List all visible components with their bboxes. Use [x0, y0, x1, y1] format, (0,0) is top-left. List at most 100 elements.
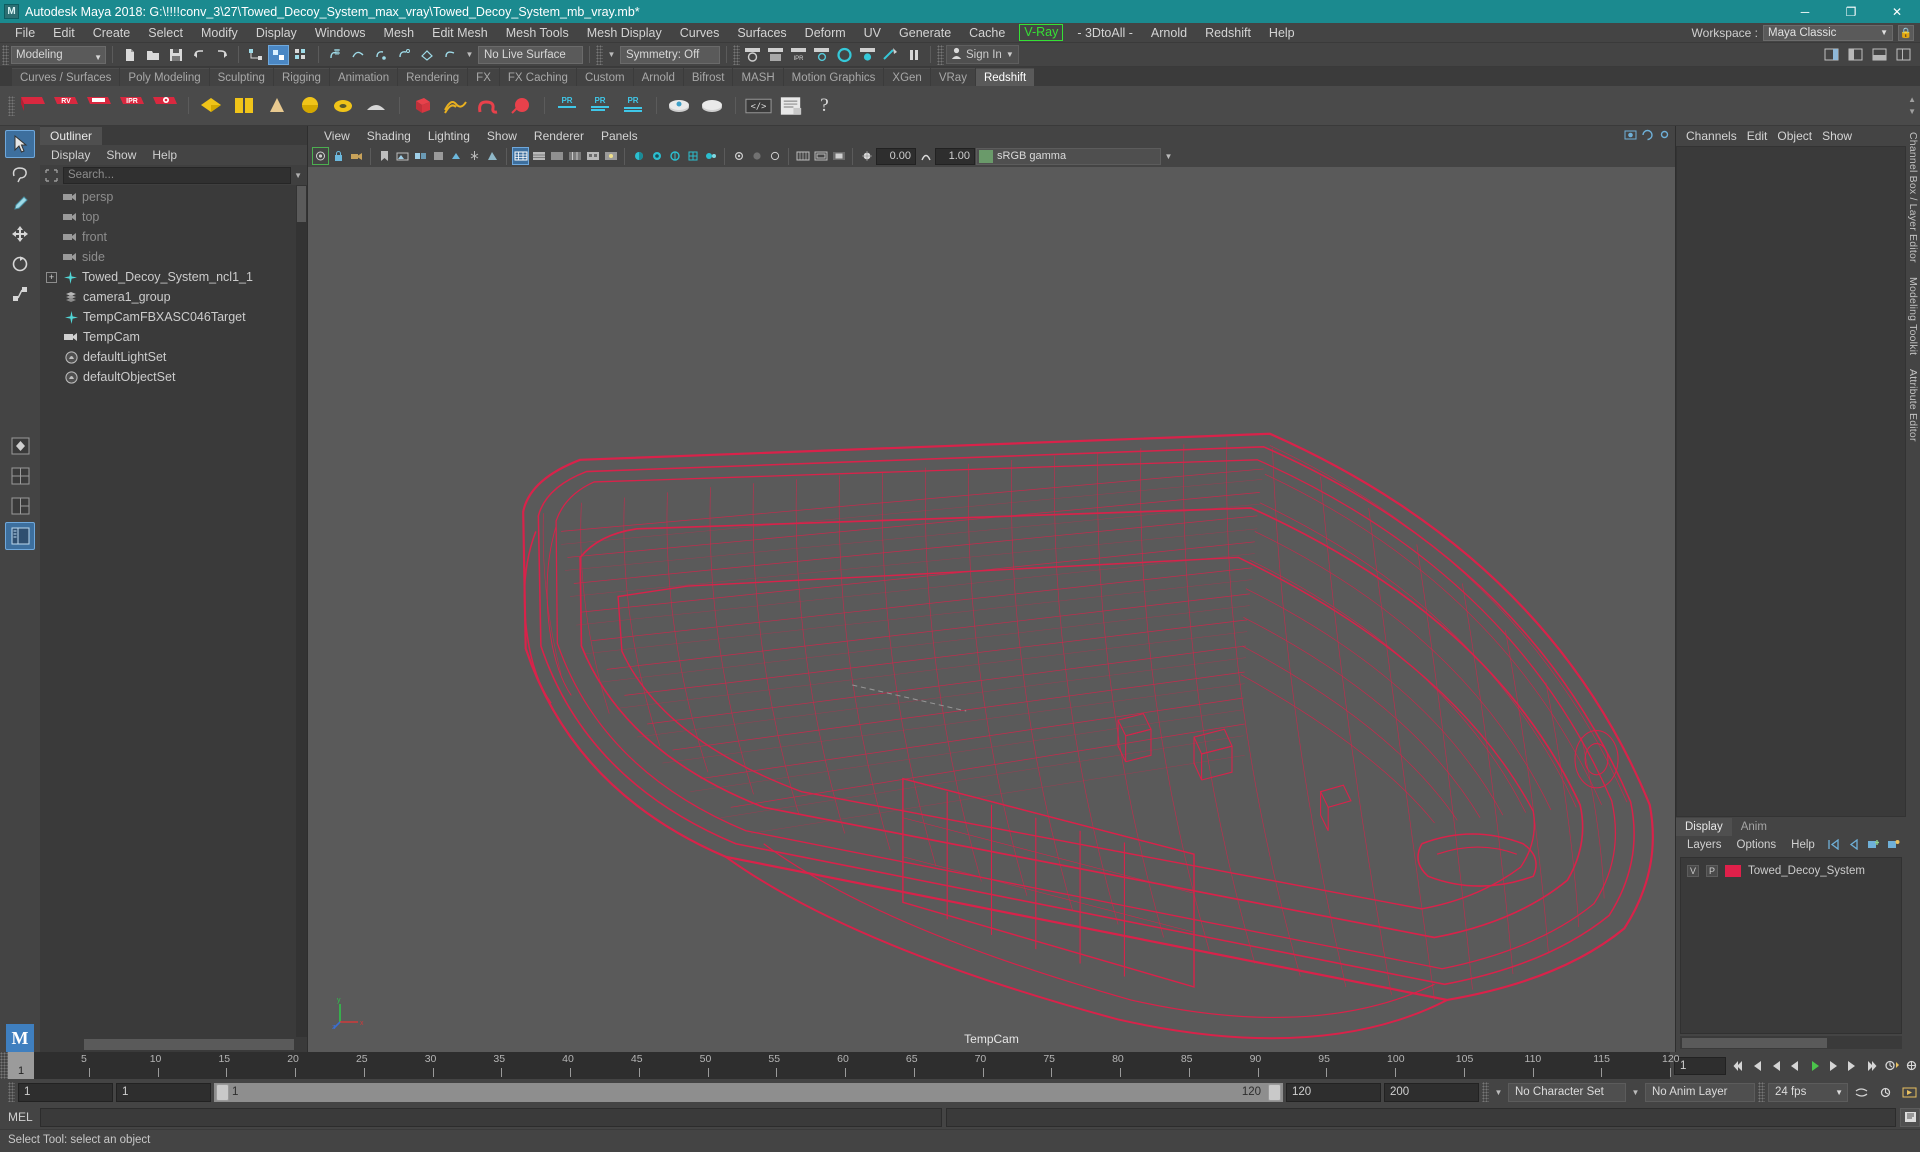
menu-curves[interactable]: Curves	[671, 23, 729, 43]
color-space-select[interactable]: sRGB gamma	[976, 147, 1161, 165]
menu-create[interactable]: Create	[84, 23, 140, 43]
layer-row[interactable]: V P Towed_Decoy_System	[1681, 861, 1901, 880]
sidebar-toggle-3-icon[interactable]	[1869, 45, 1890, 65]
paint-select-tool-icon[interactable]	[5, 190, 35, 218]
curve-strands-icon[interactable]	[441, 91, 470, 120]
layer-prev-icon[interactable]	[1847, 838, 1860, 853]
move-tool-icon[interactable]	[5, 220, 35, 248]
go-to-end-icon[interactable]	[1864, 1056, 1881, 1076]
select-by-object-icon[interactable]	[268, 44, 289, 65]
two-pane-layout-icon[interactable]	[5, 462, 35, 490]
open-scene-icon[interactable]	[142, 45, 163, 65]
use-all-lights-icon[interactable]	[602, 147, 619, 165]
menu-arnold[interactable]: Arnold	[1142, 23, 1196, 43]
motion-blur-icon[interactable]	[666, 147, 683, 165]
shelf-grip[interactable]	[8, 95, 15, 116]
live-surface-field[interactable]: No Live Surface	[478, 45, 583, 64]
step-forward-key-icon[interactable]	[1845, 1056, 1862, 1076]
layer-menu-options[interactable]: Options	[1730, 837, 1784, 854]
ipr-render-icon[interactable]: IPR	[788, 45, 809, 65]
snap-to-curve-icon[interactable]	[348, 45, 369, 65]
toolbar-grip[interactable]	[2, 44, 9, 65]
time-slider-grip[interactable]	[0, 1052, 8, 1079]
ambient-occlusion-icon[interactable]	[648, 147, 665, 165]
play-backwards-icon[interactable]	[1787, 1056, 1804, 1076]
outliner-menu-show[interactable]: Show	[99, 146, 143, 164]
shelf-tab-sculpting[interactable]: Sculpting	[209, 68, 273, 86]
depth-of-field-icon[interactable]	[702, 147, 719, 165]
shelf-tab-rendering[interactable]: Rendering	[398, 68, 468, 86]
go-to-start-icon[interactable]	[1728, 1056, 1745, 1076]
channelbox-menu-show[interactable]: Show	[1822, 129, 1852, 143]
outliner-item-persp[interactable]: persp	[40, 187, 307, 207]
single-view-layout-icon[interactable]	[5, 432, 35, 460]
grid-toggle-icon[interactable]	[430, 147, 447, 165]
snap-to-view-plane-icon[interactable]	[417, 45, 438, 65]
cube-red-icon[interactable]	[408, 91, 437, 120]
outliner-item-tempcam-target[interactable]: TempCamFBXASC046Target	[40, 307, 307, 327]
viewport-menu-view[interactable]: View	[316, 127, 358, 145]
lights-icon[interactable]	[466, 147, 483, 165]
toggle-render-icon[interactable]	[880, 45, 901, 65]
chevron-down-icon[interactable]: ▼	[463, 46, 476, 64]
range-start-field[interactable]: 1	[18, 1082, 113, 1102]
layer-playback-toggle[interactable]: P	[1706, 864, 1718, 877]
pr-render-2-icon[interactable]: PR	[586, 91, 615, 120]
shelf-tab-fx-caching[interactable]: FX Caching	[499, 68, 576, 86]
menu-surfaces[interactable]: Surfaces	[728, 23, 795, 43]
wireframe-shading-icon[interactable]	[512, 147, 529, 165]
layer-new-from-selected-icon[interactable]	[1887, 838, 1900, 853]
rotate-tool-icon[interactable]	[5, 250, 35, 278]
outliner-horizontal-scrollbar[interactable]	[40, 1037, 307, 1052]
scale-tool-icon[interactable]	[5, 280, 35, 308]
isolate-select-icon[interactable]	[730, 147, 747, 165]
animation-preferences-gear-icon[interactable]	[1875, 1082, 1896, 1102]
three-pane-layout-icon[interactable]	[5, 492, 35, 520]
menu-3dtoall[interactable]: - 3DtoAll -	[1068, 23, 1142, 43]
shadow-map-icon[interactable]	[630, 147, 647, 165]
auto-keyframe-icon[interactable]	[1883, 1056, 1900, 1076]
outliner-item-side[interactable]: side	[40, 247, 307, 267]
shelf-tab-rigging[interactable]: Rigging	[273, 68, 329, 86]
script-editor-icon[interactable]: </>	[744, 91, 773, 120]
layer-color-swatch[interactable]	[1725, 864, 1741, 877]
exposure-icon[interactable]	[858, 147, 875, 165]
playback-end-field[interactable]: 120	[1286, 1082, 1381, 1102]
shelf-tab-custom[interactable]: Custom	[576, 68, 633, 86]
save-scene-icon[interactable]	[165, 45, 186, 65]
sidebar-toggle-2-icon[interactable]	[1845, 45, 1866, 65]
render-sequence-icon[interactable]	[765, 45, 786, 65]
layer-list[interactable]: V P Towed_Decoy_System	[1680, 857, 1902, 1034]
chevron-down-icon[interactable]: ▼	[605, 46, 618, 64]
viewport-menu-shading[interactable]: Shading	[359, 127, 419, 145]
ball-red-icon[interactable]	[507, 91, 536, 120]
menu-edit-mesh[interactable]: Edit Mesh	[423, 23, 497, 43]
shelf-tab-animation[interactable]: Animation	[329, 68, 398, 86]
outliner-item-default-light-set[interactable]: defaultLightSet	[40, 347, 307, 367]
viewport-settings-icon[interactable]	[1658, 128, 1671, 144]
outliner-item-default-object-set[interactable]: defaultObjectSet	[40, 367, 307, 387]
menu-help[interactable]: Help	[1260, 23, 1304, 43]
shelf-tab-vray[interactable]: VRay	[930, 68, 975, 86]
viewport-menu-lighting[interactable]: Lighting	[420, 127, 478, 145]
menu-windows[interactable]: Windows	[306, 23, 375, 43]
smooth-shade-selected-icon[interactable]	[548, 147, 565, 165]
gamma-icon[interactable]	[917, 147, 934, 165]
menu-generate[interactable]: Generate	[890, 23, 960, 43]
sphere-yellow-icon[interactable]	[296, 91, 325, 120]
play-forwards-icon[interactable]	[1806, 1056, 1823, 1076]
undo-icon[interactable]	[188, 45, 209, 65]
frame-field[interactable]: 1	[1674, 1056, 1727, 1075]
layer-menu-layers[interactable]: Layers	[1680, 837, 1729, 854]
side-tab-attribute-editor[interactable]: Attribute Editor	[1907, 369, 1919, 442]
channelbox-menu-channels[interactable]: Channels	[1686, 129, 1737, 143]
menu-cache[interactable]: Cache	[960, 23, 1014, 43]
shelf-tab-redshift[interactable]: Redshift	[975, 68, 1035, 86]
bookmark-icon[interactable]	[376, 147, 393, 165]
step-back-frame-icon[interactable]	[1767, 1056, 1784, 1076]
shelf-tab-bifrost[interactable]: Bifrost	[683, 68, 733, 86]
redshift-settings-icon[interactable]	[151, 91, 180, 120]
snap-to-projected-center-icon[interactable]	[394, 45, 415, 65]
gate-mask-icon[interactable]	[830, 147, 847, 165]
select-tool-icon[interactable]	[5, 130, 35, 158]
